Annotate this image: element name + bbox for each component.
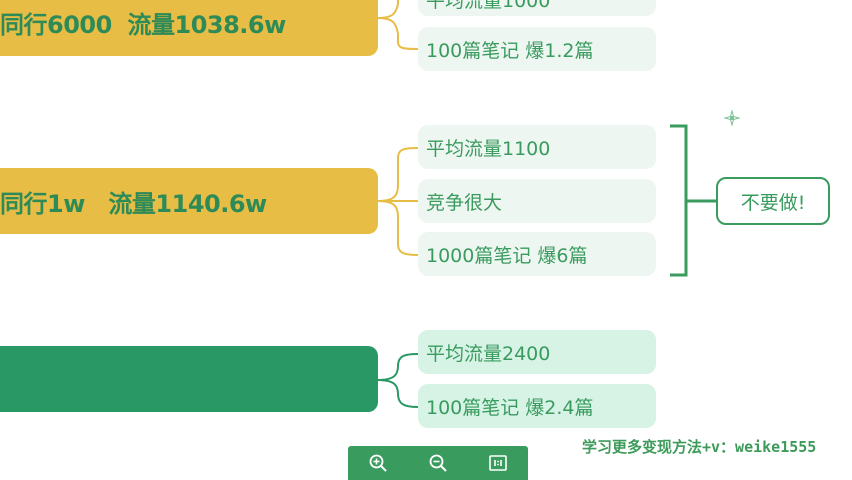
callout-label: 不要做! [740,191,806,214]
root-node-label: 同行6000 流量1038.6w [0,10,286,39]
leaf-node-label: 平均流量2400 [426,342,551,365]
leaf-node-label: 1000篇笔记 爆6篇 [426,244,588,267]
leaf-node-avg-traffic[interactable]: 平均流量2400 [418,330,656,374]
leaf-node-label: 平均流量1000 [426,0,551,12]
zoom-in-icon[interactable] [364,449,392,477]
connector-line [377,147,419,202]
zoom-toolbar [348,446,528,480]
connector-line [377,0,399,19]
connector-line [377,17,419,50]
leaf-node-avg-traffic[interactable]: 平均流量1000 [418,0,656,16]
bracket-line [670,124,688,277]
leaf-node-label: 平均流量1100 [426,137,551,160]
connector-line [377,379,419,408]
leaf-node-notes[interactable]: 100篇笔记 爆1.2篇 [418,27,656,71]
sparkle-icon [724,110,740,126]
root-node-peer-6000[interactable]: 同行6000 流量1038.6w [0,0,378,56]
zoom-out-icon[interactable] [424,449,452,477]
leaf-node-label: 竞争很大 [426,191,503,214]
fit-screen-icon[interactable] [484,449,512,477]
leaf-node-competition[interactable]: 竞争很大 [418,179,656,223]
leaf-node-notes[interactable]: 100篇笔记 爆2.4篇 [418,384,656,428]
connector-line [377,353,419,381]
root-node-green[interactable] [0,346,378,412]
leaf-node-notes[interactable]: 1000篇笔记 爆6篇 [418,232,656,276]
leaf-node-label: 100篇笔记 爆1.2篇 [426,39,594,62]
connector-line [377,200,419,256]
leaf-node-avg-traffic[interactable]: 平均流量1100 [418,125,656,169]
root-node-label: 同行1w 流量1140.6w [0,189,267,218]
root-node-peer-1w[interactable]: 同行1w 流量1140.6w [0,168,378,234]
callout-node-dont-do[interactable]: 不要做! [716,177,830,225]
leaf-node-label: 100篇笔记 爆2.4篇 [426,396,594,419]
watermark-text: 学习更多变现方法+v：weike1555 [582,438,817,456]
